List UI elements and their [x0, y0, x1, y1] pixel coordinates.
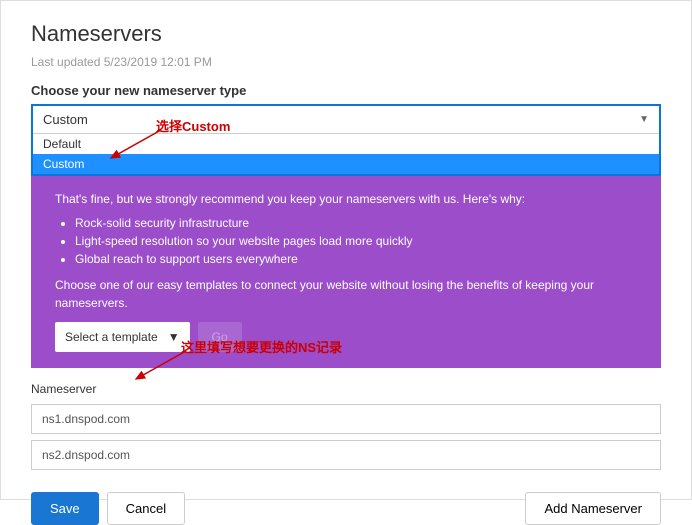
save-button[interactable]: Save — [31, 492, 99, 525]
info-intro: That's fine, but we strongly recommend y… — [55, 190, 637, 208]
option-default[interactable]: Default — [33, 134, 659, 154]
nameserver-type-label: Choose your new nameserver type — [31, 83, 661, 98]
dropdown-arrow-icon: ▼ — [639, 114, 649, 125]
page-title: Nameservers — [31, 21, 661, 47]
info-bullet: Rock-solid security infrastructure — [75, 214, 637, 232]
add-nameserver-button[interactable]: Add Nameserver — [525, 492, 661, 525]
select-current-value: Custom — [43, 112, 88, 127]
cancel-button[interactable]: Cancel — [107, 492, 185, 525]
info-panel: That's fine, but we strongly recommend y… — [31, 176, 661, 368]
dropdown-list: Default Custom — [33, 133, 659, 174]
info-bullet: Global reach to support users everywhere — [75, 250, 637, 268]
option-custom[interactable]: Custom — [33, 154, 659, 174]
nameserver-input-2[interactable] — [31, 440, 661, 470]
select-template-dropdown[interactable]: Select a template ▼ — [55, 322, 190, 352]
last-updated: Last updated 5/23/2019 12:01 PM — [31, 55, 661, 69]
info-choose: Choose one of our easy templates to conn… — [55, 276, 637, 312]
nameserver-input-1[interactable] — [31, 404, 661, 434]
go-button[interactable]: Go — [198, 322, 242, 352]
dropdown-arrow-icon: ▼ — [168, 328, 180, 346]
info-bullet: Light-speed resolution so your website p… — [75, 232, 637, 250]
nameserver-type-select[interactable]: Custom ▼ Default Custom — [31, 104, 661, 176]
nameserver-label: Nameserver — [31, 382, 661, 396]
